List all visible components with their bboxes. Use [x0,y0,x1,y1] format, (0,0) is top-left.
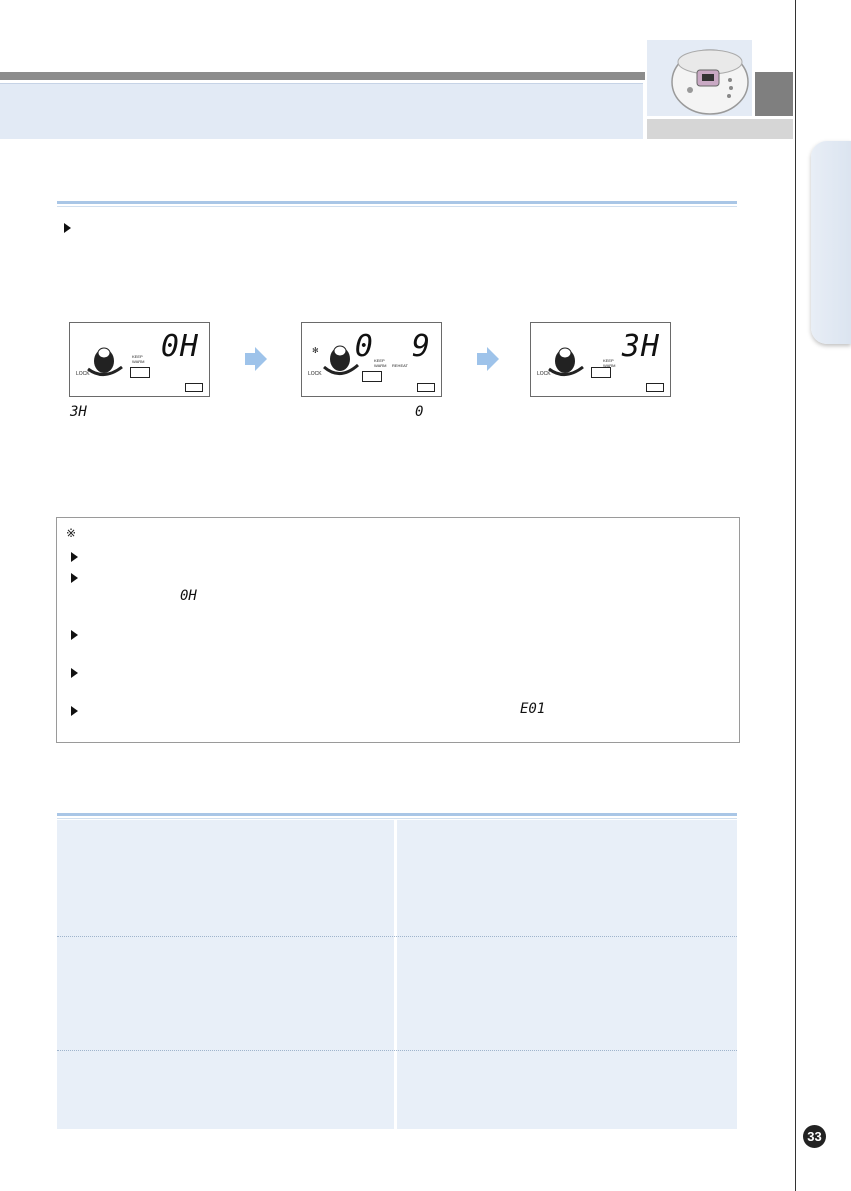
triangle-bullet-icon [71,630,78,640]
lcd-panel-2: ✻ LOCK KEEP WARM REHEAT 0 9 [301,322,442,397]
lcd-lock-label: LOCK [308,371,322,377]
side-chapter-tab[interactable] [811,141,851,344]
header-gray-tab [647,119,793,139]
lcd-reheat-label: REHEAT [392,363,408,368]
triangle-bullet-icon [71,573,78,583]
table-row-divider [57,936,737,937]
voice-icon [185,383,203,392]
note-mark: ※ [66,526,77,540]
blue-right-arrow-icon [477,347,499,371]
lcd-keep-sub: WARM [374,363,387,368]
section-rule-thin [57,206,737,207]
triangle-bullet-icon [64,223,71,233]
lcd-digits: 3H [621,329,660,364]
segment-0h: 0H [180,588,197,604]
rice-cooker-photo [647,40,752,116]
page-number: 33 [803,1125,826,1148]
lcd-lock-label: LOCK [76,371,90,377]
lcd-mode-box [362,371,382,382]
voice-icon [417,383,435,392]
triangle-bullet-icon [71,668,78,678]
troubleshooting-table [57,820,737,1129]
header-rule [0,72,645,80]
lcd-panel-3: LOCK KEEP WARM 3H [530,322,671,397]
section-rule-thin [57,818,737,819]
lcd-digits: 0 9 [354,329,431,364]
table-column-divider [394,820,397,1129]
triangle-bullet-icon [71,552,78,562]
section-rule [57,813,737,816]
lcd-mode-box [130,367,150,378]
svg-text:✻: ✻ [312,346,319,355]
lcd-panel-1: LOCK KEEP WARM 0H [69,322,210,397]
caption-3h: 3H [70,404,87,420]
triangle-bullet-icon [71,706,78,716]
lcd-digits: 0H [160,329,199,364]
voice-icon [646,383,664,392]
blue-right-arrow-icon [245,347,267,371]
lcd-lock-label: LOCK [537,371,551,377]
section-rule [57,201,737,204]
caption-0: 0 [415,404,424,420]
notes-box [56,517,740,743]
lcd-mode-box [591,367,611,378]
table-row-divider [57,1050,737,1051]
segment-e01: E01 [520,701,546,717]
header-gray-square [755,72,793,116]
header-band [0,84,643,139]
lcd-keep-sub: WARM [132,359,145,364]
margin-line [795,0,796,1191]
